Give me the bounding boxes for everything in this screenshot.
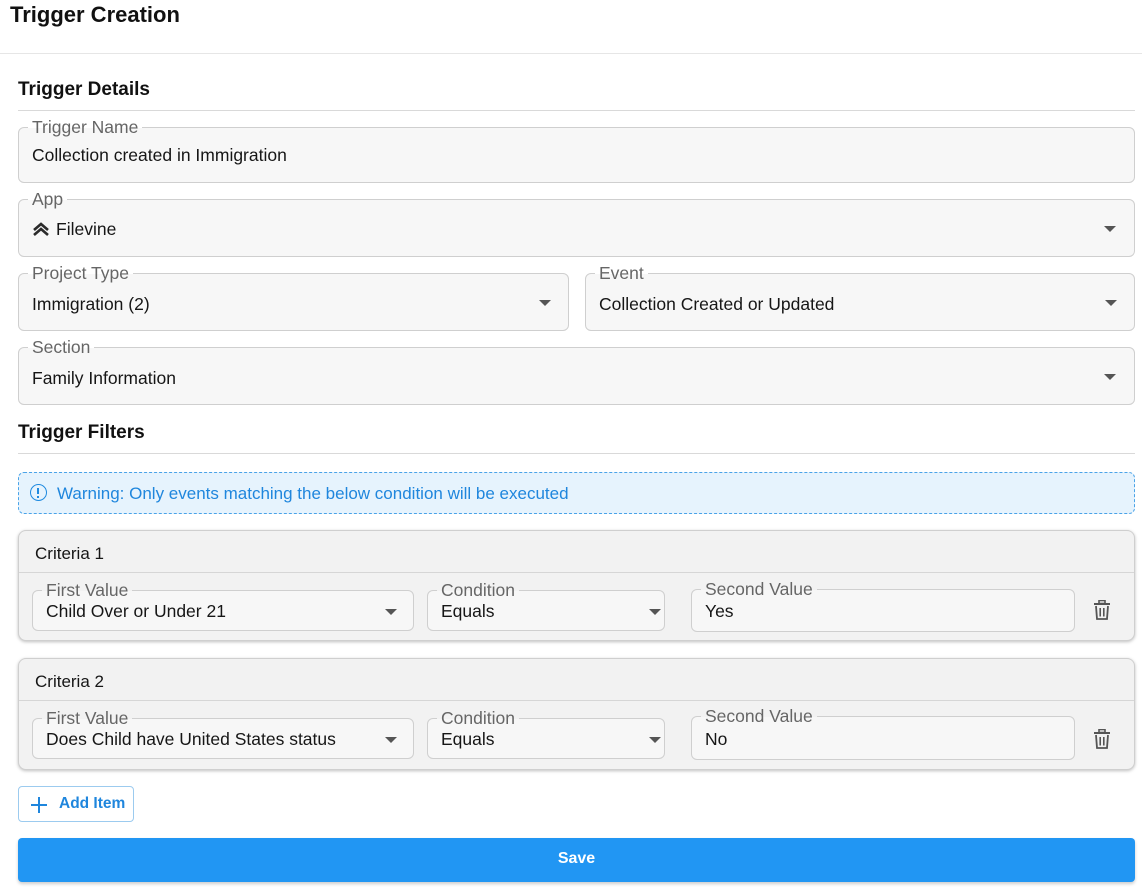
event-select[interactable]: Event Collection Created or Updated bbox=[585, 262, 1135, 331]
trigger-filters-heading: Trigger Filters bbox=[18, 422, 145, 443]
plus-icon bbox=[31, 797, 47, 813]
criteria-card-1: Criteria 1 First Value Child Over or Und… bbox=[18, 530, 1135, 641]
trigger-details-heading: Trigger Details bbox=[18, 79, 150, 100]
criteria-card-2: Criteria 2 First Value Does Child have U… bbox=[18, 658, 1135, 770]
chevron-down-icon bbox=[1104, 374, 1116, 380]
section-select[interactable]: Section Family Information bbox=[18, 336, 1135, 405]
chevron-down-icon bbox=[385, 737, 397, 743]
page-header: Trigger Creation bbox=[0, 0, 1142, 54]
app-value: Filevine bbox=[56, 219, 117, 239]
second-value-value: No bbox=[705, 729, 728, 749]
condition-value: Equals bbox=[441, 729, 495, 749]
app-select[interactable]: App Filevine bbox=[18, 188, 1135, 257]
second-value-label: Second Value bbox=[701, 578, 817, 600]
project-type-label: Project Type bbox=[28, 262, 133, 284]
condition-label: Condition bbox=[437, 579, 519, 601]
trigger-details-divider bbox=[18, 110, 1135, 111]
trigger-name-value: Collection created in Immigration bbox=[32, 145, 287, 165]
criteria-title: Criteria 1 bbox=[35, 544, 104, 563]
app-label: App bbox=[28, 188, 68, 210]
chevron-down-icon bbox=[539, 300, 551, 306]
first-value-select[interactable]: First Value Does Child have United State… bbox=[32, 707, 414, 759]
first-value-select[interactable]: First Value Child Over or Under 21 bbox=[32, 579, 414, 631]
delete-criteria-1-button[interactable] bbox=[1093, 600, 1111, 620]
delete-criteria-2-button[interactable] bbox=[1093, 729, 1111, 749]
criteria-divider bbox=[19, 700, 1134, 701]
add-item-button[interactable]: Add Item bbox=[18, 786, 134, 822]
criteria-divider bbox=[19, 572, 1134, 573]
chevron-down-icon bbox=[1104, 226, 1116, 232]
page-title: Trigger Creation bbox=[10, 2, 180, 27]
project-type-select[interactable]: Project Type Immigration (2) bbox=[18, 262, 569, 331]
filevine-logo-icon bbox=[33, 222, 49, 236]
save-button[interactable]: Save bbox=[18, 838, 1135, 882]
first-value-label: First Value bbox=[42, 707, 133, 729]
trash-icon bbox=[1094, 729, 1110, 749]
second-value-input[interactable]: Second Value No bbox=[691, 705, 1075, 760]
criteria-title: Criteria 2 bbox=[35, 672, 104, 691]
second-value-value: Yes bbox=[705, 601, 734, 621]
chevron-down-icon bbox=[1105, 300, 1117, 306]
first-value-label: First Value bbox=[42, 579, 133, 601]
warning-text: Warning: Only events matching the below … bbox=[57, 484, 569, 503]
warning-banner: Warning: Only events matching the below … bbox=[18, 472, 1135, 514]
chevron-down-icon bbox=[649, 737, 661, 743]
condition-value: Equals bbox=[441, 601, 495, 621]
add-item-label: Add Item bbox=[59, 795, 126, 812]
event-value: Collection Created or Updated bbox=[599, 294, 835, 314]
section-label: Section bbox=[28, 336, 95, 358]
chevron-down-icon bbox=[385, 609, 397, 615]
condition-label: Condition bbox=[437, 707, 519, 729]
condition-select[interactable]: Condition Equals bbox=[427, 579, 665, 631]
section-value: Family Information bbox=[32, 368, 176, 388]
trigger-name-label: Trigger Name bbox=[28, 116, 143, 138]
project-type-value: Immigration (2) bbox=[32, 294, 150, 314]
second-value-input[interactable]: Second Value Yes bbox=[691, 578, 1075, 632]
condition-select[interactable]: Condition Equals bbox=[427, 707, 665, 759]
info-icon bbox=[30, 484, 47, 501]
first-value-value: Does Child have United States status bbox=[46, 729, 336, 749]
trash-icon bbox=[1094, 600, 1110, 620]
second-value-label: Second Value bbox=[701, 705, 817, 727]
event-label: Event bbox=[595, 262, 648, 284]
first-value-value: Child Over or Under 21 bbox=[46, 601, 226, 621]
save-label: Save bbox=[557, 850, 596, 867]
trigger-filters-divider bbox=[18, 453, 1135, 454]
chevron-down-icon bbox=[649, 609, 661, 615]
trigger-name-field[interactable]: Trigger Name Collection created in Immig… bbox=[18, 116, 1135, 183]
